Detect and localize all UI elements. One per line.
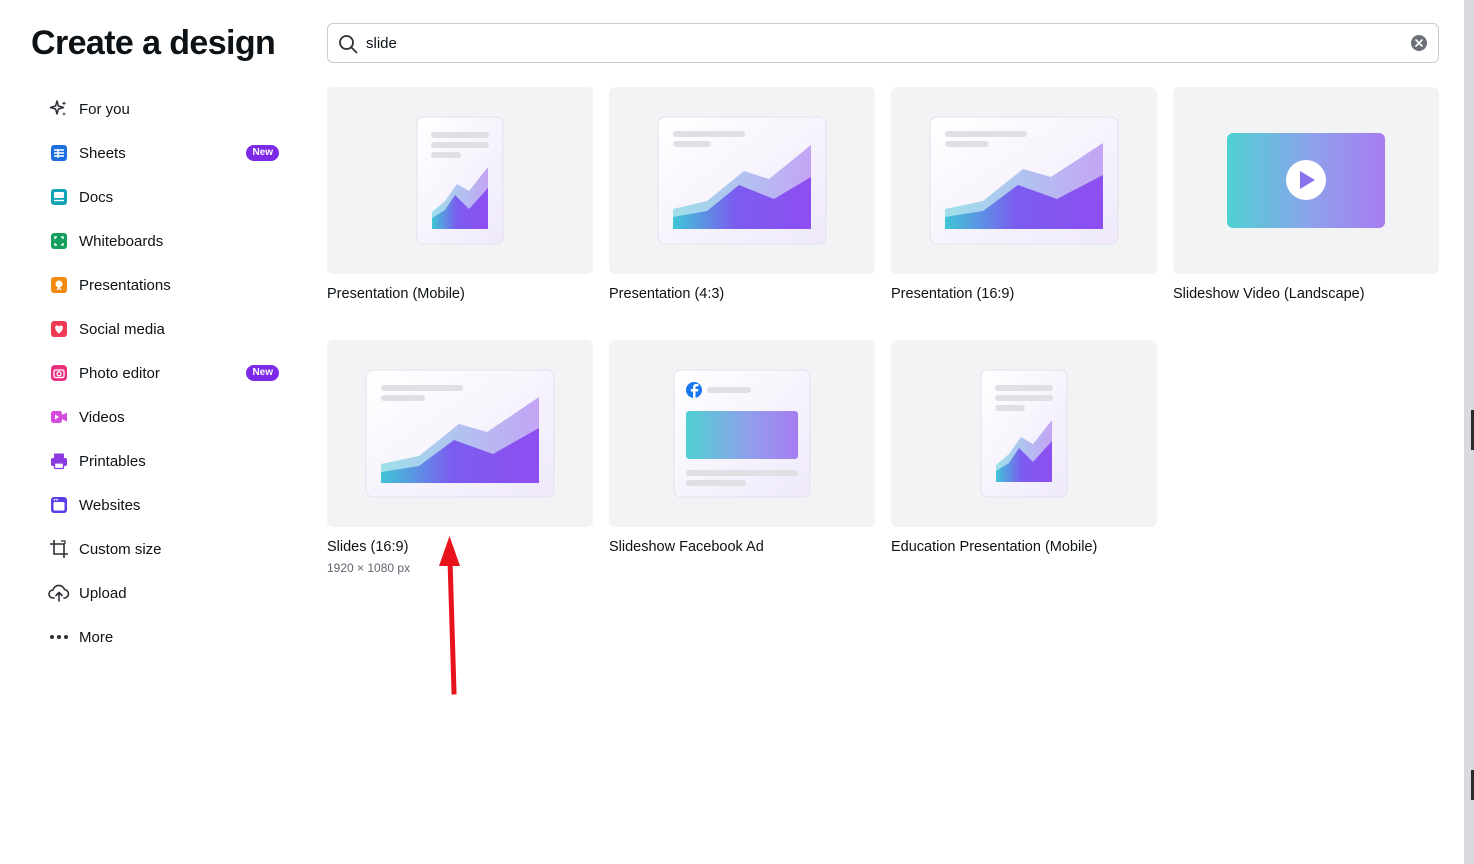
camera-icon (48, 362, 70, 384)
sidebar-item-label: Docs (79, 188, 114, 206)
search-input[interactable] (366, 24, 1386, 62)
template-name: Presentation (Mobile) (327, 286, 465, 302)
template-name: Education Presentation (Mobile) (891, 539, 1098, 555)
red-arrow-annotation (439, 536, 460, 695)
sidebar-item-label: Social media (79, 320, 165, 338)
sidebar-item-photo-editor[interactable]: Photo editor New (38, 351, 290, 395)
sidebar-nav: For you Sheets New Docs Whiteboards Pres… (38, 87, 290, 659)
printer-icon (48, 450, 70, 472)
sidebar-item-upload[interactable]: Upload (38, 571, 290, 615)
cloud-upload-icon (48, 582, 70, 604)
template-thumbnail (327, 340, 593, 527)
sidebar-item-label: Upload (79, 584, 127, 602)
template-name: Presentation (16:9) (891, 286, 1015, 302)
website-icon (48, 494, 70, 516)
crop-icon (48, 538, 70, 560)
sidebar-item-label: Custom size (79, 540, 162, 558)
sidebar-item-docs[interactable]: Docs (38, 175, 290, 219)
template-thumbnail (327, 87, 593, 274)
sidebar-item-label: More (79, 628, 114, 646)
template-name: Presentation (4:3) (609, 286, 725, 302)
result-card[interactable]: Presentation (16:9) (891, 87, 1157, 302)
sidebar-item-websites[interactable]: Websites (38, 483, 290, 527)
template-name: Slideshow Facebook Ad (609, 539, 764, 555)
more-icon (48, 626, 70, 648)
sparkle-icon (48, 98, 70, 120)
presentation-icon (48, 274, 70, 296)
sidebar-item-label: Printables (79, 452, 146, 470)
template-name: Slideshow Video (Landscape) (1173, 286, 1365, 302)
template-thumbnail (609, 87, 875, 274)
template-thumbnail (891, 87, 1157, 274)
sidebar-item-videos[interactable]: Videos (38, 395, 290, 439)
template-thumbnail (609, 340, 875, 527)
sidebar-item-for-you[interactable]: For you (38, 87, 290, 131)
template-thumbnail (1173, 87, 1439, 274)
result-card[interactable]: Education Presentation (Mobile) (891, 340, 1157, 555)
result-card[interactable]: Slideshow Video (Landscape) (1173, 87, 1439, 302)
search-bar (327, 23, 1439, 63)
sidebar-item-label: Websites (79, 496, 141, 514)
sidebar-item-label: Presentations (79, 276, 171, 294)
sidebar-item-custom-size[interactable]: Custom size (38, 527, 290, 571)
window-edge (1464, 0, 1474, 864)
template-thumbnail (891, 340, 1157, 527)
sidebar-item-label: Sheets (79, 144, 126, 162)
sidebar-item-more[interactable]: More (38, 615, 290, 659)
sidebar-item-social-media[interactable]: Social media (38, 307, 290, 351)
whiteboard-icon (48, 230, 70, 252)
sidebar-item-label: Videos (79, 408, 125, 426)
video-icon (48, 406, 70, 428)
new-badge: New (246, 365, 279, 381)
new-badge: New (246, 145, 279, 161)
result-card[interactable]: Slideshow Facebook Ad (609, 340, 875, 555)
result-card[interactable]: Presentation (4:3) (609, 87, 875, 302)
page-title: Create a design (31, 24, 276, 62)
sidebar-item-whiteboards[interactable]: Whiteboards (38, 219, 290, 263)
clear-search-icon[interactable] (1411, 35, 1427, 51)
sidebar-item-printables[interactable]: Printables (38, 439, 290, 483)
result-card[interactable]: Presentation (Mobile) (327, 87, 593, 302)
sheets-icon (48, 142, 70, 164)
sidebar-item-presentations[interactable]: Presentations (38, 263, 290, 307)
sidebar-item-label: For you (79, 100, 130, 118)
sidebar-item-label: Photo editor (79, 364, 160, 382)
docs-icon (48, 186, 70, 208)
search-icon (337, 33, 359, 55)
heart-icon (48, 318, 70, 340)
sidebar-item-label: Whiteboards (79, 232, 164, 250)
sidebar-item-sheets[interactable]: Sheets New (38, 131, 290, 175)
